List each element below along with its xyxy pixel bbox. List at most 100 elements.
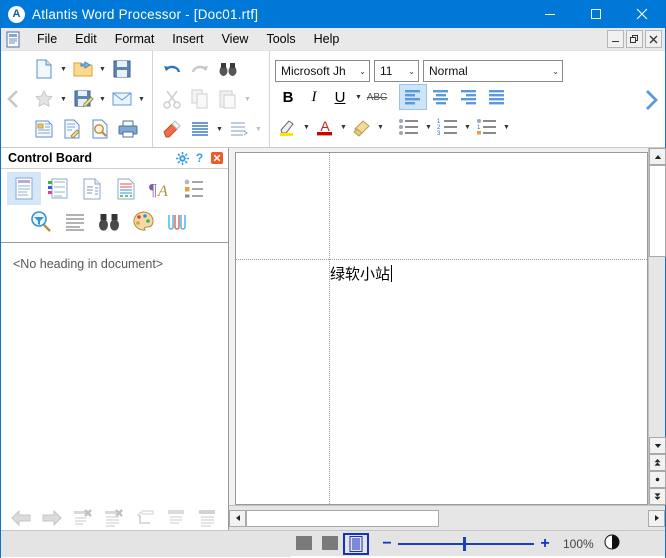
clear-formatting-button[interactable] (158, 115, 186, 143)
mdi-minimize-button[interactable] (607, 30, 624, 48)
find-replace-button[interactable] (24, 205, 58, 238)
zoom-out-button[interactable]: − (378, 536, 396, 552)
print-button[interactable] (114, 115, 142, 143)
palette-button[interactable] (126, 205, 160, 238)
promote-heading-button[interactable] (129, 506, 160, 529)
scroll-down-button[interactable] (649, 437, 666, 454)
next-page-button[interactable] (649, 488, 666, 505)
scroll-up-button[interactable] (649, 148, 666, 165)
gear-icon[interactable] (175, 151, 190, 166)
format-painter-button[interactable] (349, 114, 375, 140)
vertical-scrollbar-thumb[interactable] (649, 165, 666, 257)
multilevel-list-button[interactable]: 1 (473, 114, 501, 140)
menu-tools[interactable]: Tools (257, 30, 304, 48)
new-document-button[interactable] (30, 55, 58, 83)
help-icon[interactable]: ? (192, 151, 207, 166)
highlight-color-dropdown[interactable]: ▼ (301, 113, 312, 141)
underline-button[interactable]: U (327, 84, 353, 110)
paragraph-button[interactable] (186, 115, 214, 143)
close-button[interactable] (619, 0, 665, 28)
paragraph-format-button[interactable] (58, 205, 92, 238)
menu-view[interactable]: View (213, 30, 258, 48)
maximize-button[interactable] (573, 0, 619, 28)
zoom-slider-thumb[interactable] (463, 537, 466, 551)
horizontal-scrollbar-thumb[interactable] (246, 510, 439, 527)
strikethrough-button[interactable]: ABC (364, 84, 390, 110)
chevron-left-icon[interactable] (1, 51, 25, 147)
italic-button[interactable]: I (301, 84, 327, 110)
scroll-right-button[interactable] (648, 510, 665, 527)
menu-edit[interactable]: Edit (66, 30, 106, 48)
page-view-button[interactable] (343, 533, 369, 555)
vertical-scrollbar[interactable] (648, 148, 665, 505)
print-preview-button[interactable] (86, 115, 114, 143)
align-justify-button[interactable] (483, 84, 511, 110)
open-document-button[interactable] (69, 55, 97, 83)
undo-button[interactable] (158, 55, 186, 83)
font-color-dropdown[interactable]: ▼ (338, 113, 349, 141)
print-layout-view-button[interactable] (317, 533, 343, 555)
save-as-dropdown[interactable]: ▼ (97, 85, 108, 113)
normal-view-button[interactable] (291, 533, 317, 555)
send-mail-dropdown[interactable]: ▼ (136, 85, 147, 113)
menu-format[interactable]: Format (106, 30, 164, 48)
favorites-dropdown[interactable]: ▼ (58, 85, 69, 113)
redo-button[interactable] (186, 55, 214, 83)
minimize-button[interactable] (527, 0, 573, 28)
zoom-slider[interactable] (398, 543, 534, 545)
menu-file[interactable]: File (28, 30, 66, 48)
numbered-list-dropdown[interactable]: ▼ (462, 113, 473, 141)
select-browse-object-button[interactable] (649, 471, 666, 488)
menu-insert[interactable]: Insert (163, 30, 212, 48)
send-mail-button[interactable] (108, 85, 136, 113)
document-page[interactable]: 绿软小站 (236, 153, 647, 504)
delete-heading-button[interactable] (67, 506, 98, 529)
mdi-close-button[interactable] (645, 30, 662, 48)
page-setup-button[interactable] (30, 115, 58, 143)
chevron-right-icon[interactable] (639, 51, 663, 148)
previous-page-button[interactable] (649, 454, 666, 471)
align-center-button[interactable] (427, 84, 455, 110)
collapse-button[interactable] (160, 506, 191, 529)
highlight-color-button[interactable] (275, 114, 301, 140)
fonts-button[interactable]: ¶A (143, 172, 177, 205)
bullet-list-button[interactable] (395, 114, 423, 140)
numbered-list-button[interactable]: 123 (434, 114, 462, 140)
mdi-restore-button[interactable] (626, 30, 643, 48)
scroll-left-button[interactable] (229, 510, 246, 527)
document-text[interactable]: 绿软小站 (330, 263, 392, 284)
list-dropdown[interactable]: ▼ (253, 115, 264, 143)
font-size-combobox[interactable]: 11 ⌄ (374, 60, 419, 82)
paragraph-dropdown[interactable]: ▼ (214, 115, 225, 143)
save-button[interactable] (108, 55, 136, 83)
document-page-view[interactable]: 绿软小站 (235, 152, 648, 505)
underline-dropdown[interactable]: ▼ (353, 83, 364, 111)
bullet-list-dropdown[interactable]: ▼ (423, 113, 434, 141)
cut-button[interactable] (158, 85, 186, 113)
paragraph-style-combobox[interactable]: Normal ⌄ (423, 60, 563, 82)
contrast-icon[interactable] (604, 534, 620, 553)
multilevel-list-dropdown[interactable]: ▼ (501, 113, 512, 141)
close-icon[interactable] (209, 151, 224, 166)
table-button[interactable] (109, 172, 143, 205)
save-as-button[interactable] (69, 85, 97, 113)
delete-subheadings-button[interactable] (98, 506, 129, 529)
document-map-button[interactable] (7, 172, 41, 205)
clips-button[interactable] (160, 205, 194, 238)
format-painter-dropdown[interactable]: ▼ (375, 113, 386, 141)
numbering-button[interactable] (177, 172, 211, 205)
font-name-combobox[interactable]: Microsoft Jh ⌄ (275, 60, 370, 82)
zoom-in-button[interactable]: + (536, 536, 554, 552)
new-document-dropdown[interactable]: ▼ (58, 55, 69, 83)
copy-button[interactable] (186, 85, 214, 113)
menu-help[interactable]: Help (305, 30, 349, 48)
favorites-button[interactable] (30, 85, 58, 113)
find-button[interactable] (214, 55, 242, 83)
go-back-button[interactable] (5, 506, 36, 529)
bold-button[interactable]: B (275, 84, 301, 110)
go-forward-button[interactable] (36, 506, 67, 529)
paste-button[interactable] (214, 85, 242, 113)
align-left-button[interactable] (399, 84, 427, 110)
styles-button[interactable] (41, 172, 75, 205)
open-document-dropdown[interactable]: ▼ (97, 55, 108, 83)
